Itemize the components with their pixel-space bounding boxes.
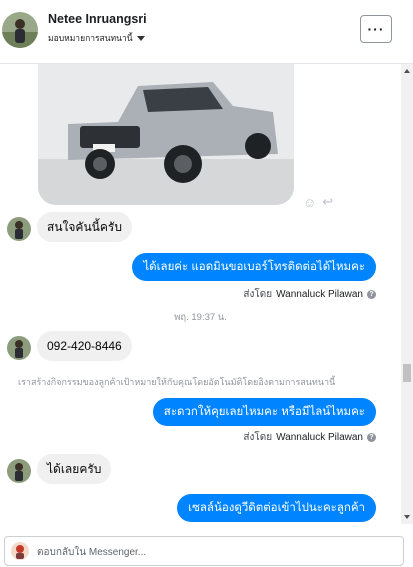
car-photo-attachment[interactable] <box>38 64 294 205</box>
conversation-header: Netee Inruangsri มอบหมายการสนทนานี้ ··· <box>0 0 413 64</box>
more-options-button[interactable]: ··· <box>360 15 392 43</box>
contact-avatar-small <box>7 336 31 360</box>
outgoing-message: ได้เลยค่ะ แอดมินขอเบอร์โทรติดต่อได้ไหมคะ <box>132 253 376 281</box>
incoming-message: ได้เลยครับ <box>37 454 112 484</box>
help-icon[interactable]: ? <box>367 290 376 299</box>
scroll-up-icon[interactable] <box>404 69 410 73</box>
scroll-down-icon[interactable] <box>404 515 410 519</box>
sent-by-info: ส่งโดย Wannaluck Pilawan ? <box>243 430 376 445</box>
incoming-message: สนใจคันนี้ครับ <box>37 212 132 242</box>
outgoing-message: เซลล์น้องดูวีดิตต่อเข้าไปนะคะลูกค้า <box>177 494 376 522</box>
message-timestamp: พฤ. 19:37 น. <box>174 312 227 323</box>
assign-label: มอบหมายการสนทนานี้ <box>48 33 133 43</box>
sent-by-info: ส่งโดย Wannaluck Pilawan ? <box>243 287 376 302</box>
reply-input[interactable]: ตอบกลับใน Messenger... <box>4 536 404 566</box>
system-note: เราสร้างกิจกรรมของลูกค้าเป้าหมายให้กับคุ… <box>18 377 336 387</box>
page-avatar <box>11 542 29 560</box>
assign-conversation-dropdown[interactable]: มอบหมายการสนทนานี้ <box>48 31 145 45</box>
contact-avatar[interactable] <box>2 12 38 48</box>
sender-name: Wannaluck Pilawan <box>276 289 363 300</box>
help-icon[interactable]: ? <box>367 433 376 442</box>
sender-name: Wannaluck Pilawan <box>276 432 363 443</box>
sent-by-label: ส่งโดย <box>243 289 273 300</box>
attachment-actions: ☺ ↩ <box>303 194 333 210</box>
contact-name[interactable]: Netee Inruangsri <box>48 12 147 26</box>
sent-by-label: ส่งโดย <box>243 432 273 443</box>
smiley-icon[interactable]: ☺ <box>303 195 316 210</box>
thread-scrollbar[interactable] <box>401 64 413 524</box>
caret-down-icon <box>136 35 145 41</box>
reply-composer: ตอบกลับใน Messenger... <box>0 530 413 567</box>
message-thread: ☺ ↩ สนใจคันนี้ครับ ได้เลยค่ะ แอดมินขอเบอ… <box>0 64 401 524</box>
reply-icon[interactable]: ↩ <box>322 194 333 210</box>
outgoing-message: สะดวกให้คุยเลยไหมคะ หรือมีไลน์ไหมคะ <box>152 398 376 426</box>
contact-avatar-small <box>7 217 31 241</box>
reply-placeholder: ตอบกลับใน Messenger... <box>37 547 147 558</box>
scrollbar-thumb[interactable] <box>403 364 411 382</box>
incoming-message: 092-420-8446 <box>37 331 132 361</box>
contact-avatar-small <box>7 459 31 483</box>
